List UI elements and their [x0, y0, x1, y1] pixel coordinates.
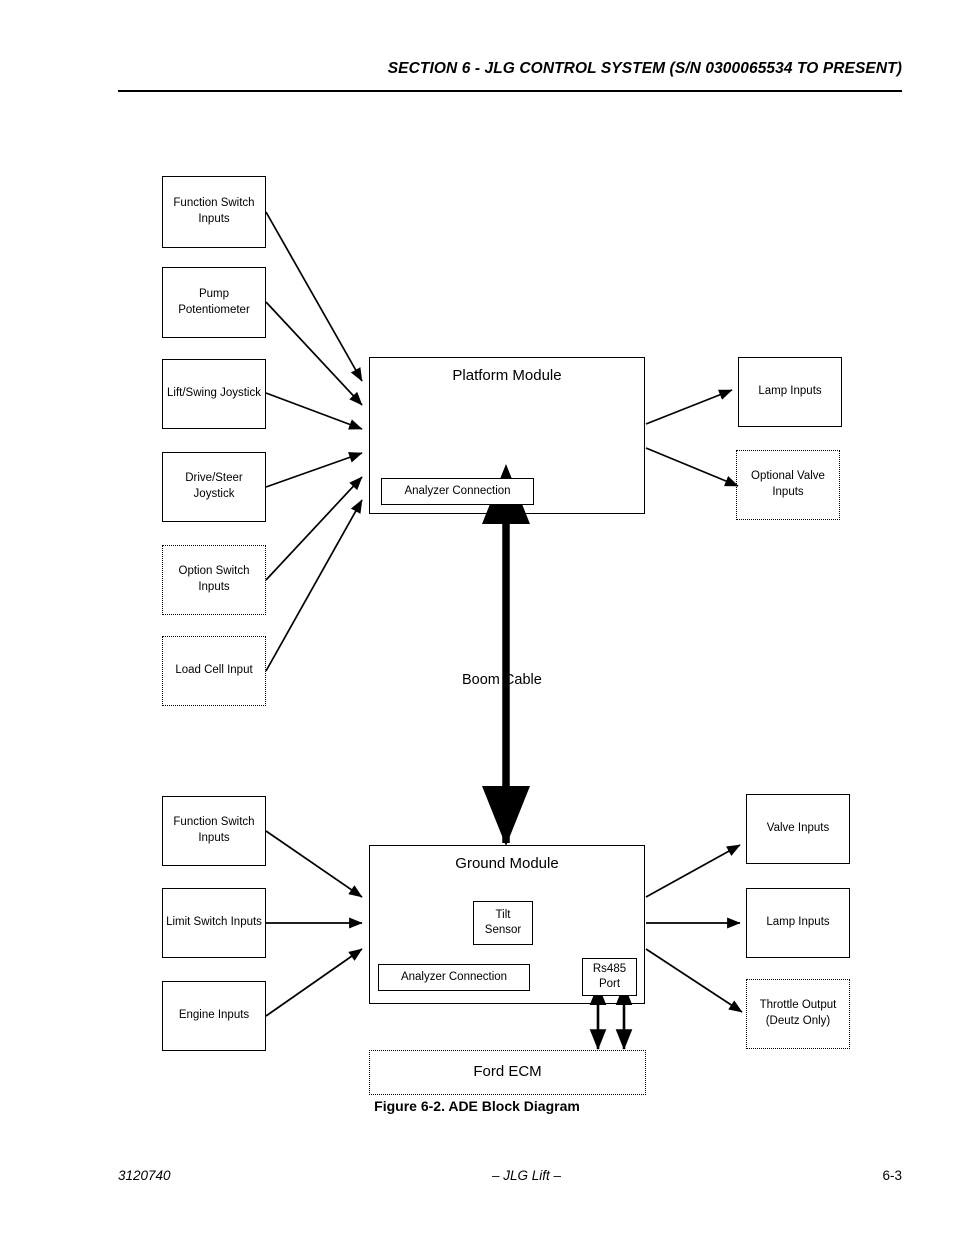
connector-load-cell-to-platform [265, 499, 363, 672]
node-lift-swing-joystick[interactable]: Lift/Swing Joystick [162, 359, 266, 429]
node-valve-inputs[interactable]: Valve Inputs [746, 794, 850, 864]
node-load-cell-input[interactable]: Load Cell Input [162, 636, 266, 706]
ade-block-diagram: Function Switch Inputs Pump Potentiomete… [0, 0, 954, 1235]
connector-pump-pot-to-platform [265, 301, 363, 406]
figure-caption: Figure 6-2. ADE Block Diagram [374, 1098, 580, 1114]
node-throttle-output[interactable]: Throttle Output (Deutz Only) [746, 979, 850, 1049]
connector-engine-inputs-to-ground [265, 948, 363, 1017]
boom-cable-label: Boom Cable [462, 672, 542, 688]
footer-document-number: 3120740 [118, 1168, 171, 1183]
connector-function-switch-to-platform [265, 211, 363, 382]
footer-page-number: 6-3 [882, 1168, 902, 1183]
module-platform[interactable]: Platform Module Analyzer Connection [369, 357, 645, 514]
connector-ground-to-throttle-output [645, 948, 743, 1013]
footer-company: – JLG Lift – [492, 1168, 562, 1183]
connector-lift-swing-to-platform [265, 392, 363, 430]
module-ground-title: Ground Module [455, 855, 559, 872]
connector-function-switch-to-ground [265, 830, 363, 898]
node-drive-steer-joystick[interactable]: Drive/Steer Joystick [162, 452, 266, 522]
subnode-rs485-port[interactable]: Rs485 Port [582, 958, 637, 996]
connector-option-switch-to-platform [265, 476, 363, 581]
node-ford-ecm[interactable]: Ford ECM [369, 1050, 646, 1095]
node-lamp-inputs-ground[interactable]: Lamp Inputs [746, 888, 850, 958]
node-function-switch-inputs-platform[interactable]: Function Switch Inputs [162, 176, 266, 248]
connector-platform-to-lamp-inputs [645, 389, 733, 425]
node-option-switch-inputs[interactable]: Option Switch Inputs [162, 545, 266, 615]
node-lamp-inputs-platform[interactable]: Lamp Inputs [738, 357, 842, 427]
page-footer: 3120740 – JLG Lift – 6-3 [118, 1168, 902, 1183]
module-ground[interactable]: Ground Module Tilt Sensor Analyzer Conne… [369, 845, 645, 1004]
node-optional-valve-inputs[interactable]: Optional Valve Inputs [736, 450, 840, 520]
subnode-platform-analyzer-connection[interactable]: Analyzer Connection [381, 478, 534, 505]
page: SECTION 6 - JLG CONTROL SYSTEM (S/N 0300… [0, 0, 954, 1235]
node-limit-switch-inputs[interactable]: Limit Switch Inputs [162, 888, 266, 958]
module-platform-title: Platform Module [452, 367, 562, 384]
subnode-ground-analyzer-connection[interactable]: Analyzer Connection [378, 964, 530, 991]
connector-drive-steer-to-platform [265, 452, 363, 488]
node-pump-potentiometer[interactable]: Pump Potentiometer [162, 267, 266, 338]
subnode-tilt-sensor[interactable]: Tilt Sensor [473, 901, 533, 945]
node-engine-inputs[interactable]: Engine Inputs [162, 981, 266, 1051]
connector-platform-to-optional-valve [645, 447, 739, 487]
node-function-switch-inputs-ground[interactable]: Function Switch Inputs [162, 796, 266, 866]
connector-ground-to-valve-inputs [645, 844, 741, 898]
